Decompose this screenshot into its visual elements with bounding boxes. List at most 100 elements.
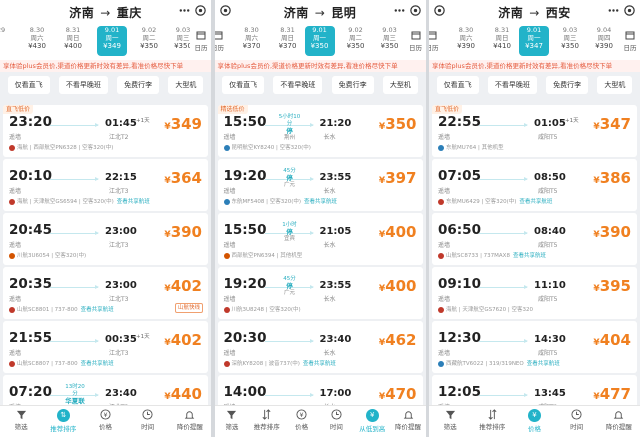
date-item[interactable]: 8.31 周日 ¥370: [273, 26, 303, 56]
nav-filter[interactable]: 筛选: [217, 406, 247, 437]
filter-free-baggage[interactable]: 免费行李: [117, 76, 160, 94]
filter-large-aircraft[interactable]: 大型机: [168, 76, 204, 94]
flight-card[interactable]: 20:10 22:15 遥墙 江北T3 ¥364 海航 | 天津航空GS6594…: [3, 159, 208, 211]
target-icon[interactable]: [409, 4, 422, 17]
flight-card[interactable]: 20:45 23:00 遥墙 江北T3 ¥390 川航3U6054 | 空客32…: [3, 213, 208, 265]
nav-price[interactable]: ¥ 价格: [287, 406, 317, 437]
departure-airport: 遥墙: [9, 242, 22, 249]
promo-banner[interactable]: 享体验plus会员价,渠道价格更新时效有差异,看准价格尽快下单: [214, 60, 426, 72]
shared-flight-link[interactable]: 查看共享航班: [81, 307, 114, 313]
date-item[interactable]: 8.31 周日 ¥400: [58, 26, 88, 56]
flight-card[interactable]: 06:50 08:40 遥墙 咸阳T5 ¥390 山航SC8733 | 737M…: [432, 213, 637, 265]
shared-flight-link[interactable]: 查看共享航班: [117, 199, 150, 205]
flight-info: 昆明航空KY8240 | 空客320(中): [223, 143, 311, 151]
nav-time[interactable]: 时间: [321, 406, 351, 437]
nav-sort[interactable]: ⇅ 推荐排序: [45, 406, 81, 437]
filter-direct[interactable]: 仅看直飞: [222, 76, 265, 94]
date-item[interactable]: 8.31 周日 ¥410: [487, 26, 517, 56]
more-icon[interactable]: [393, 4, 406, 17]
departure-time: 14:00: [223, 384, 267, 400]
nav-filter[interactable]: 筛选: [3, 406, 39, 437]
arrival-airport: 长水: [323, 188, 336, 195]
calendar-button[interactable]: 日历: [619, 28, 640, 56]
filter-bar: 仅看直飞 不看早晚班 免费行李 大型机: [215, 76, 426, 100]
date-item[interactable]: 9.02 周二 ¥350: [134, 26, 164, 56]
filter-no-red-eye[interactable]: 不看早晚班: [273, 76, 323, 94]
arrival-airport: 长水: [323, 134, 336, 141]
calendar-button[interactable]: 日历: [429, 28, 443, 56]
promo-banner[interactable]: 享体验plus会员价,渠道价格更新时效有差异,看准价格尽快下单: [429, 60, 640, 72]
flight-card[interactable]: 20:35 23:00 遥墙 江北T3 ¥402 山航SC8801 | 737-…: [3, 267, 208, 319]
date-item[interactable]: 8.30 周六 ¥370: [237, 26, 267, 56]
filter-no-red-eye[interactable]: 不看早晚班: [58, 76, 108, 94]
date-item[interactable]: 29: [0, 26, 16, 56]
date-item[interactable]: 9.04 周四 ¥390: [589, 26, 619, 56]
filter-large-aircraft[interactable]: 大型机: [382, 76, 418, 94]
target-icon[interactable]: [194, 4, 207, 17]
price: ¥390: [164, 223, 202, 241]
flight-card[interactable]: 09:10 11:10 遥墙 咸阳T5 ¥395 海航 | 天津航空GS7620…: [432, 267, 637, 319]
shared-flight-link[interactable]: 查看共享航班: [303, 361, 336, 367]
date-item-selected[interactable]: 9.01 周一 ¥350: [304, 26, 335, 56]
flight-info: 西藏航TV6022 | 319/319NEO 查看共享航班: [438, 359, 560, 367]
target-icon[interactable]: [623, 4, 636, 17]
flight-card[interactable]: 19:20 45分停广元 23:55 遥墙 长水 ¥397 东航MF5408 |…: [217, 159, 423, 211]
nav-time[interactable]: 时间: [559, 406, 595, 437]
arrival-airport: 咸阳T5: [538, 296, 558, 303]
calendar-button[interactable]: 日历: [404, 28, 426, 56]
shared-flight-link[interactable]: 查看共享航班: [513, 253, 546, 259]
nav-price-alert[interactable]: 降价提醒: [393, 406, 423, 437]
shared-flight-link[interactable]: 查看共享航班: [527, 361, 560, 367]
nav-price[interactable]: ¥ 价格: [87, 406, 123, 437]
filter-no-red-eye[interactable]: 不看早晚班: [487, 76, 537, 94]
arrow-icon: →: [529, 6, 540, 20]
nav-price[interactable]: ¥ 价格: [516, 406, 552, 437]
filter-free-baggage[interactable]: 免费行李: [546, 76, 589, 94]
calendar-button[interactable]: 日历: [190, 28, 211, 56]
shared-flight-link[interactable]: 查看共享航班: [304, 199, 337, 205]
flight-card[interactable]: 19:20 45分停广元 23:55 遥墙 长水 ¥400 川航3U8248 |…: [217, 267, 423, 319]
promo-banner[interactable]: 享体验plus会员价,渠道价格更新时效有差异,看准价格尽快下单: [0, 60, 211, 72]
calendar-icon: [214, 31, 222, 40]
date-item-selected[interactable]: 9.01 周一 ¥347: [519, 26, 549, 56]
nav-filter[interactable]: 筛选: [432, 406, 468, 437]
date-item[interactable]: 9.03 周三 ¥350: [375, 26, 405, 56]
nav-low-to-high[interactable]: ¥ 从低到高: [356, 406, 388, 437]
more-icon[interactable]: [178, 4, 191, 17]
airline-logo-icon: [223, 144, 230, 151]
filter-direct[interactable]: 仅看直飞: [7, 76, 50, 94]
date-item[interactable]: 9.03 周三 ¥350: [555, 26, 585, 56]
date-item[interactable]: 8.30 周六 ¥390: [451, 26, 481, 56]
nav-price-alert[interactable]: 降价提醒: [601, 406, 637, 437]
nav-price-alert[interactable]: 降价提醒: [172, 406, 208, 437]
nav-sort[interactable]: 推荐排序: [252, 406, 282, 437]
flight-card[interactable]: 精选低价 15:50 5小时10分停荆州 21:20 遥墙 长水 ¥350 昆明…: [217, 105, 423, 157]
more-icon[interactable]: [607, 4, 620, 17]
filter-direct[interactable]: 仅看直飞: [436, 76, 479, 94]
departure-airport: 遥墙: [223, 350, 236, 357]
stopover-info: 1小时停宜宾: [282, 222, 297, 242]
arrival-time: 23:55: [319, 172, 352, 183]
flight-card[interactable]: 07:05 08:50 遥墙 咸阳T5 ¥386 东航MU6429 | 空客32…: [432, 159, 637, 211]
shared-flight-link[interactable]: 查看共享航班: [519, 199, 552, 205]
price: ¥395: [593, 277, 631, 295]
flight-card[interactable]: 直飞低价 22:55 01:05 +1天 遥墙 咸阳T5 ¥347 东航MU76…: [432, 105, 637, 157]
date-item[interactable]: 8.30 周六 ¥430: [22, 26, 52, 56]
shared-flight-link[interactable]: 查看共享航班: [81, 361, 114, 367]
filter-free-baggage[interactable]: 免费行李: [331, 76, 374, 94]
nav-time[interactable]: 时间: [130, 406, 166, 437]
filter-bar: 仅看直飞 不看早晚班 免费行李 大型机: [429, 76, 640, 100]
nav-sort[interactable]: 推荐排序: [474, 406, 510, 437]
flight-card[interactable]: 15:50 1小时停宜宾 21:05 遥墙 长水 ¥400 西部航空PN6394…: [217, 213, 423, 265]
date-item-selected[interactable]: 9.01 周一 ¥349: [97, 26, 127, 56]
flight-card[interactable]: 12:30 14:30 遥墙 咸阳T5 ¥404 西藏航TV6022 | 319…: [432, 321, 637, 373]
price-tag: 直飞低价: [3, 105, 34, 114]
departure-airport: 遥墙: [223, 188, 236, 195]
departure-time: 21:55: [9, 330, 52, 346]
calendar-button[interactable]: 日历: [214, 28, 229, 56]
filter-large-aircraft[interactable]: 大型机: [597, 76, 633, 94]
flight-card[interactable]: 20:30 23:40 遥墙 长水 ¥462 深航KY8208 | 波音737(…: [217, 321, 423, 373]
flight-card[interactable]: 直飞低价 23:20 01:45 +1天 遥墙 江北T2 ¥349 海航 | 西…: [3, 105, 208, 157]
flight-card[interactable]: 21:55 00:35 +1天 遥墙 江北T3 ¥402 山航SC8807 | …: [3, 321, 208, 373]
date-item[interactable]: 9.02 周二 ¥350: [341, 26, 371, 56]
